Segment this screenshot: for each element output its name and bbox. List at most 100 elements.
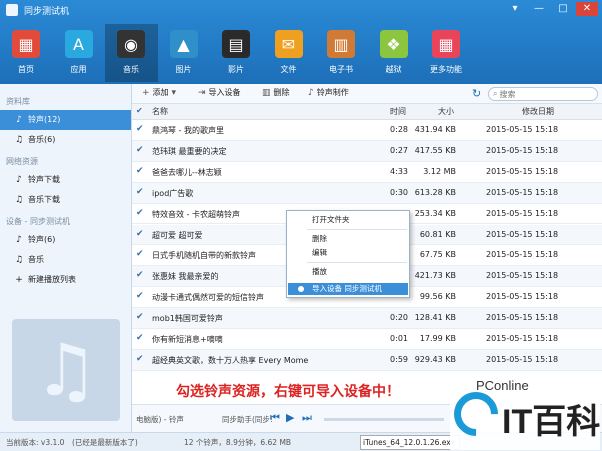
- row-checkbox[interactable]: ✔: [136, 312, 146, 322]
- row-checkbox[interactable]: ✔: [136, 124, 146, 134]
- row-checkbox[interactable]: ✔: [136, 229, 146, 239]
- home-icon: ▦: [12, 30, 40, 58]
- menu-item-play[interactable]: 播放: [288, 266, 408, 278]
- nav-label: 影片: [228, 65, 244, 74]
- make-ringtone-button[interactable]: ♪ 铃声制作: [308, 87, 349, 98]
- nav-label: 更多功能: [430, 65, 462, 74]
- nav-item-appstore[interactable]: A 应用: [53, 24, 106, 82]
- version-text: 当前版本: v3.1.0: [6, 438, 65, 447]
- library-summary: 12 个铃声，8.9分钟，6.62 MB: [184, 438, 292, 447]
- import-device-button[interactable]: ⇥ 导入设备: [198, 87, 241, 98]
- ringtone-name: 你有新短消息+嘀嘀: [152, 335, 223, 344]
- ringtone-date: 2015-05-15 15:18: [486, 187, 559, 197]
- menu-item-delete[interactable]: 删除: [288, 233, 408, 245]
- row-checkbox[interactable]: ✔: [136, 187, 146, 197]
- table-row[interactable]: ✔ 爸爸去哪儿--林志颖 4:33 3.12 MB 2015-05-15 15:18: [132, 161, 602, 183]
- ringtone-date: 2015-05-15 15:18: [486, 354, 559, 364]
- menu-separator: [307, 229, 407, 230]
- row-checkbox[interactable]: ✔: [136, 208, 146, 218]
- minimize-button[interactable]: —: [528, 2, 550, 16]
- table-row[interactable]: ✔ 范玮琪 最重要的决定 0:27 417.55 KB 2015-05-15 15:18: [132, 140, 602, 162]
- sidebar-item-new-playlist[interactable]: + 新建播放列表: [0, 270, 131, 290]
- import-label: 导入设备: [208, 88, 241, 97]
- more-icon: ▦: [432, 30, 460, 58]
- ringtone-time: 0:20: [390, 313, 408, 323]
- refresh-icon[interactable]: ↻: [472, 87, 481, 100]
- nav-item-jailbreak[interactable]: ❖ 越狱: [368, 24, 421, 82]
- column-time[interactable]: 时间: [390, 106, 406, 117]
- search-input[interactable]: [499, 89, 590, 99]
- column-name[interactable]: 名称: [152, 106, 168, 117]
- row-checkbox[interactable]: ✔: [136, 354, 146, 364]
- maximize-button[interactable]: □: [552, 2, 574, 16]
- add-label: 添加: [152, 88, 169, 97]
- progress-bar[interactable]: [324, 418, 444, 421]
- next-icon[interactable]: ⏭: [302, 411, 312, 425]
- row-checkbox[interactable]: ✔: [136, 270, 146, 280]
- table-row[interactable]: ✔ mob1韩国可爱铃声 0:20 128.41 KB 2015-05-15 15:18: [132, 308, 602, 329]
- ringtone-size: 417.55 KB: [414, 145, 456, 155]
- ringtone-name: 超经典英文歌，数十万人热享 Every Mome: [152, 355, 309, 365]
- row-checkbox[interactable]: ✔: [136, 249, 146, 259]
- previous-icon[interactable]: ⏮: [270, 411, 280, 425]
- ringtone-time: 0:59: [390, 354, 408, 364]
- row-checkbox[interactable]: ✔: [136, 145, 146, 155]
- instruction-caption: 勾选铃声资源，右键可导入设备中！: [176, 384, 400, 400]
- music-note-icon: ♫: [12, 319, 120, 421]
- file-icon: ✉: [274, 30, 303, 58]
- nav-item-music[interactable]: ◉ 音乐: [105, 24, 158, 82]
- select-all-checkbox[interactable]: ✔: [136, 106, 143, 115]
- sidebar-item-label: 铃声下载: [28, 175, 60, 184]
- music-note-icon: ♫: [14, 135, 24, 145]
- ringtone-name: 爸爸去哪儿--林志颖: [152, 167, 222, 177]
- nav-item-more[interactable]: ▦ 更多功能: [420, 24, 473, 82]
- search-box[interactable]: ⌕: [488, 87, 598, 101]
- ringtone-size: 17.99 KB: [419, 334, 456, 343]
- sidebar-item-music-download[interactable]: ♫ 音乐下载: [0, 190, 131, 210]
- column-date[interactable]: 修改日期: [522, 106, 554, 117]
- table-row[interactable]: ✔ ipod广告歌 0:30 613.28 KB 2015-05-15 15:18: [132, 182, 602, 204]
- table-row[interactable]: ✔ 你有新短消息+嘀嘀 0:01 17.99 KB 2015-05-15 15:18: [132, 329, 602, 350]
- sidebar-item-label: 铃声(6): [28, 235, 56, 244]
- nav-label: 越狱: [385, 65, 402, 74]
- menu-item-edit[interactable]: 编辑: [288, 247, 408, 259]
- menu-item-open-folder[interactable]: 打开文件夹: [288, 214, 408, 226]
- delete-button[interactable]: ▥ 删除: [262, 87, 290, 98]
- dropdown-menu-button[interactable]: ▾: [504, 2, 526, 16]
- appstore-icon: A: [64, 30, 93, 58]
- sidebar-item-ringtones[interactable]: ♪ 铃声(12): [0, 110, 131, 130]
- menu-item-import-device[interactable]: 导入设备 同步测试机: [288, 283, 408, 295]
- make-ringtone-label: 铃声制作: [316, 88, 349, 97]
- sidebar-item-ringtone-download[interactable]: ♪ 铃声下载: [0, 170, 131, 190]
- watermark-brand: PConline: [476, 378, 529, 393]
- apple-logo-icon: [6, 4, 18, 16]
- ringtone-maker-icon: ♪: [308, 87, 314, 98]
- close-button[interactable]: ✕: [576, 2, 598, 16]
- nav-item-home[interactable]: ▦ 首页: [0, 24, 53, 82]
- play-icon[interactable]: ▶: [286, 411, 294, 424]
- row-checkbox[interactable]: ✔: [136, 333, 146, 343]
- bell-icon: ♪: [16, 175, 22, 185]
- movie-icon: ▤: [222, 30, 250, 58]
- sidebar-item-device-music[interactable]: ♫ 音乐: [0, 250, 131, 270]
- table-row[interactable]: ✔ 鼎鸿琴 - 我的歌声里 0:28 431.94 KB 2015-05-15 15:1…: [132, 120, 602, 141]
- table-row[interactable]: ✔ 超经典英文歌，数十万人热享 Every Mome 0:59 929.43 KB 20…: [132, 349, 602, 371]
- nav-item-movie[interactable]: ▤ 影片: [210, 24, 263, 82]
- add-button[interactable]: + 添加 ▾: [142, 87, 176, 98]
- sidebar: 资料库 ♪ 铃声(12) ♫ 音乐(6) 网络资源 ♪ 铃声下载 ♫ 音乐下载 …: [0, 84, 132, 434]
- ringtone-time: 4:33: [390, 166, 408, 176]
- ringtone-time: 0:27: [390, 145, 408, 155]
- row-checkbox[interactable]: ✔: [136, 166, 146, 176]
- column-size[interactable]: 大小: [438, 106, 454, 117]
- watermark: PConline IT百科: [444, 372, 600, 450]
- nav-item-ebook[interactable]: ▥ 电子书: [315, 24, 368, 82]
- download-file[interactable]: iTunes_64_12.0.1.26.exe: [360, 435, 460, 450]
- sidebar-item-device-ringtones[interactable]: ♪ 铃声(6): [0, 230, 131, 250]
- ringtone-size: 421.73 KB: [414, 271, 456, 281]
- nav-item-picture[interactable]: ▲ 图片: [158, 24, 211, 82]
- nav-item-file[interactable]: ✉ 文件: [263, 24, 316, 82]
- app-title: 同步测试机: [24, 7, 70, 17]
- sidebar-item-music[interactable]: ♫ 音乐(6): [0, 130, 131, 150]
- ringtone-date: 2015-05-15 15:18: [486, 334, 559, 343]
- row-checkbox[interactable]: ✔: [136, 291, 146, 301]
